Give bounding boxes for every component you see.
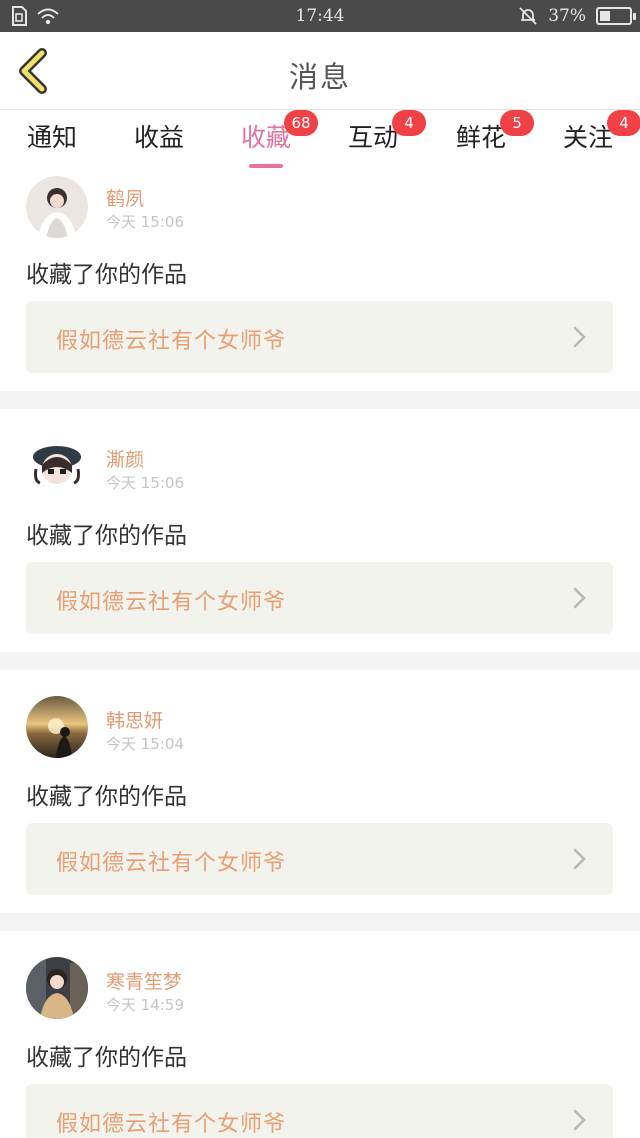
tab-notice[interactable]: 通知	[10, 118, 94, 168]
tab-badge: 4	[607, 110, 640, 136]
tab-badge: 5	[500, 110, 534, 136]
card-divider	[0, 913, 640, 931]
user-avatar-image	[26, 176, 88, 238]
username[interactable]: 澌颜	[106, 445, 144, 472]
avatar[interactable]	[26, 176, 88, 238]
user-avatar-image	[26, 435, 88, 497]
username[interactable]: 鹤夙	[106, 184, 144, 211]
mute-bell-icon	[519, 7, 537, 25]
chevron-right-icon	[573, 1109, 586, 1131]
tab-label: 鲜花	[455, 123, 506, 152]
action-text: 收藏了你的作品	[26, 262, 187, 288]
timestamp: 今天 15:06	[106, 213, 184, 231]
message-card: 澌颜 今天 15:06 收藏了你的作品 假如德云社有个女师爷	[0, 409, 640, 652]
tab-favorites[interactable]: 收藏 68	[224, 110, 318, 168]
avatar[interactable]	[26, 957, 88, 1019]
tab-flowers[interactable]: 鲜花 5	[439, 110, 534, 168]
tab-badge: 4	[392, 110, 426, 136]
tab-badge: 68	[284, 110, 318, 136]
work-title: 假如德云社有个女师爷	[56, 851, 287, 876]
battery-fill	[600, 11, 610, 21]
work-title: 假如德云社有个女师爷	[56, 590, 287, 615]
timestamp: 今天 15:04	[106, 735, 184, 753]
work-link[interactable]: 假如德云社有个女师爷	[26, 301, 613, 373]
chevron-right-icon	[573, 848, 586, 870]
action-text: 收藏了你的作品	[26, 523, 187, 549]
page-header: 消息	[0, 32, 640, 110]
user-avatar-image	[26, 957, 88, 1019]
tab-follow[interactable]: 关注 4	[546, 110, 640, 168]
avatar[interactable]	[26, 696, 88, 758]
message-card: 韩思妍 今天 15:04 收藏了你的作品 假如德云社有个女师爷	[0, 670, 640, 913]
message-card: 寒青笙梦 今天 14:59 收藏了你的作品 假如德云社有个女师爷	[0, 931, 640, 1138]
battery-percent: 37%	[548, 6, 586, 26]
status-bar: 17:44 37%	[0, 0, 640, 32]
tab-interaction[interactable]: 互动 4	[331, 110, 426, 168]
battery-icon	[596, 7, 636, 25]
work-link[interactable]: 假如德云社有个女师爷	[26, 823, 613, 895]
tab-label: 收益	[133, 123, 184, 152]
card-divider	[0, 391, 640, 409]
username[interactable]: 寒青笙梦	[106, 967, 182, 994]
action-text: 收藏了你的作品	[26, 1045, 187, 1071]
tab-bar: 通知 收益 收藏 68 互动 4 鲜花 5 关注 4	[0, 110, 640, 168]
timestamp: 今天 15:06	[106, 474, 184, 492]
action-text: 收藏了你的作品	[26, 784, 187, 810]
tab-label: 通知	[26, 123, 77, 152]
tab-label: 关注	[562, 123, 613, 152]
message-card: 鹤夙 今天 15:06 收藏了你的作品 假如德云社有个女师爷	[0, 168, 640, 411]
page-title: 消息	[288, 60, 351, 94]
tab-label: 互动	[347, 123, 398, 152]
work-title: 假如德云社有个女师爷	[56, 1112, 287, 1137]
card-divider	[0, 652, 640, 670]
avatar[interactable]	[26, 435, 88, 497]
user-avatar-image	[26, 696, 88, 758]
tab-earnings[interactable]: 收益	[117, 118, 201, 168]
work-link[interactable]: 假如德云社有个女师爷	[26, 562, 613, 634]
chevron-right-icon	[573, 587, 586, 609]
work-title: 假如德云社有个女师爷	[56, 329, 287, 354]
chevron-right-icon	[573, 326, 586, 348]
timestamp: 今天 14:59	[106, 996, 184, 1014]
work-link[interactable]: 假如德云社有个女师爷	[26, 1084, 613, 1138]
status-right-icons: 37%	[518, 6, 636, 26]
username[interactable]: 韩思妍	[106, 706, 163, 733]
